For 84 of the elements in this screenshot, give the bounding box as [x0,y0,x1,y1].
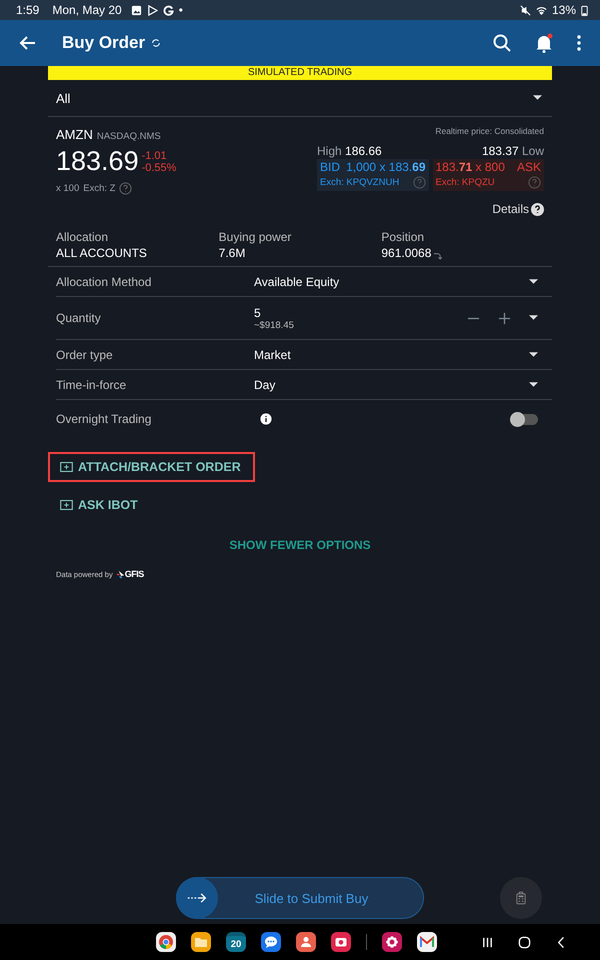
browser-app-icon[interactable] [156,932,176,952]
dropdown-field[interactable]: Available Equity [254,274,552,288]
add-option-button[interactable]: ASK IBOT [48,490,152,520]
contacts-app-icon[interactable] [296,932,316,952]
calculator-button[interactable] [500,877,542,919]
field-label: Order type [56,348,114,362]
more-menu-icon[interactable] [576,33,582,53]
summary-value: 961.0068 [381,246,432,260]
logo-text: GFIS [124,569,144,579]
refresh-icon[interactable] [151,38,162,48]
caret-icon [529,278,538,284]
field-label: Quantity [56,311,102,325]
summary-label: Buying power [218,230,292,244]
search-icon[interactable] [492,33,512,53]
caret-icon [529,382,538,388]
add-option-button[interactable]: ATTACH/BRACKET ORDER [48,452,255,482]
arrow-icon [187,893,207,903]
ask-label: ASK [516,160,541,174]
info-icon[interactable] [260,413,272,425]
price-change: -1.01 [142,150,168,162]
mail-app-icon[interactable] [417,932,437,952]
overnight-trading-label: Overnight Trading [56,412,152,426]
caret-icon [529,352,538,358]
logo-icon [116,570,125,578]
simulated-trading-banner: SIMULATED TRADING [48,66,552,80]
percent-change: -0.55% [142,162,176,174]
status-time: 1:59 [16,3,40,17]
notification-bell-icon[interactable] [534,33,554,53]
plus-box-icon [60,462,73,472]
dropdown-field[interactable]: Market [254,348,552,362]
plus-icon[interactable] [498,312,511,324]
flower-app-icon[interactable] [382,932,402,952]
ask-exchange: Exch: KPQZU [436,177,495,188]
dropdown-field[interactable]: Day [254,378,552,392]
bid-quote: 1,000 x 183.69 [346,160,426,174]
low-label: Low [522,144,544,158]
recent-apps-icon[interactable] [481,936,494,948]
overnight-toggle[interactable] [512,414,538,424]
chat-app-icon[interactable] [261,932,281,952]
screen-title: Buy Order [62,33,146,53]
wifi-icon [536,4,547,16]
realtime-price-source: Realtime price: Consolidated [435,126,544,136]
details-link[interactable]: Details [492,202,529,216]
home-icon[interactable] [518,936,531,948]
image-icon [130,4,142,16]
calculator-icon [516,891,526,905]
ticker-symbol: AMZN [56,127,93,142]
show-fewer-options-link[interactable]: SHOW FEWER OPTIONS [229,538,371,552]
high-value: 186.66 [345,144,382,158]
bid-label: BID [320,160,340,174]
play-icon [146,4,158,16]
notification-dot: • [178,3,183,17]
mute-icon [520,4,531,16]
summary-label: Allocation [56,230,110,244]
bid-exchange: Exch: KPQVZNUH [320,177,400,188]
high-label: High [317,144,342,158]
account-select[interactable]: All [48,80,552,117]
g-icon [162,4,174,16]
camera-app-icon[interactable] [331,932,351,952]
exchange-code: Exch: Z [83,183,116,194]
multiplier: x 100 [56,183,80,194]
slider-thumb[interactable] [176,877,218,919]
battery-icon [581,4,588,16]
last-price: 183.69 [56,146,139,177]
caret-icon [533,95,542,101]
summary-value: ALL ACCOUNTS [56,246,147,260]
field-label: Time-in-force [56,378,128,392]
summary-value: 7.6M [218,246,246,260]
plus-box-icon [60,500,73,510]
field-label: Allocation Method [56,274,152,288]
battery-percent: 13% [552,3,576,17]
ask-quote: 183.71 x 800 [436,160,505,174]
exchange-name: NASDAQ.NMS [96,131,161,142]
caret-icon[interactable] [529,315,538,321]
help-icon[interactable] [531,202,544,216]
slide-to-submit[interactable]: Slide to Submit Buy [176,877,424,919]
calendar-app-icon[interactable]: 20 [226,932,246,952]
summary-label: Position [381,230,426,244]
status-date: Mon, May 20 [52,3,122,17]
estimated-cost: ~$918.45 [254,320,294,330]
folder-app-icon[interactable] [191,932,211,952]
low-value: 183.37 [482,144,519,158]
quantity-value[interactable]: 5 [254,306,294,320]
curved-arrow-icon[interactable] [433,251,442,260]
